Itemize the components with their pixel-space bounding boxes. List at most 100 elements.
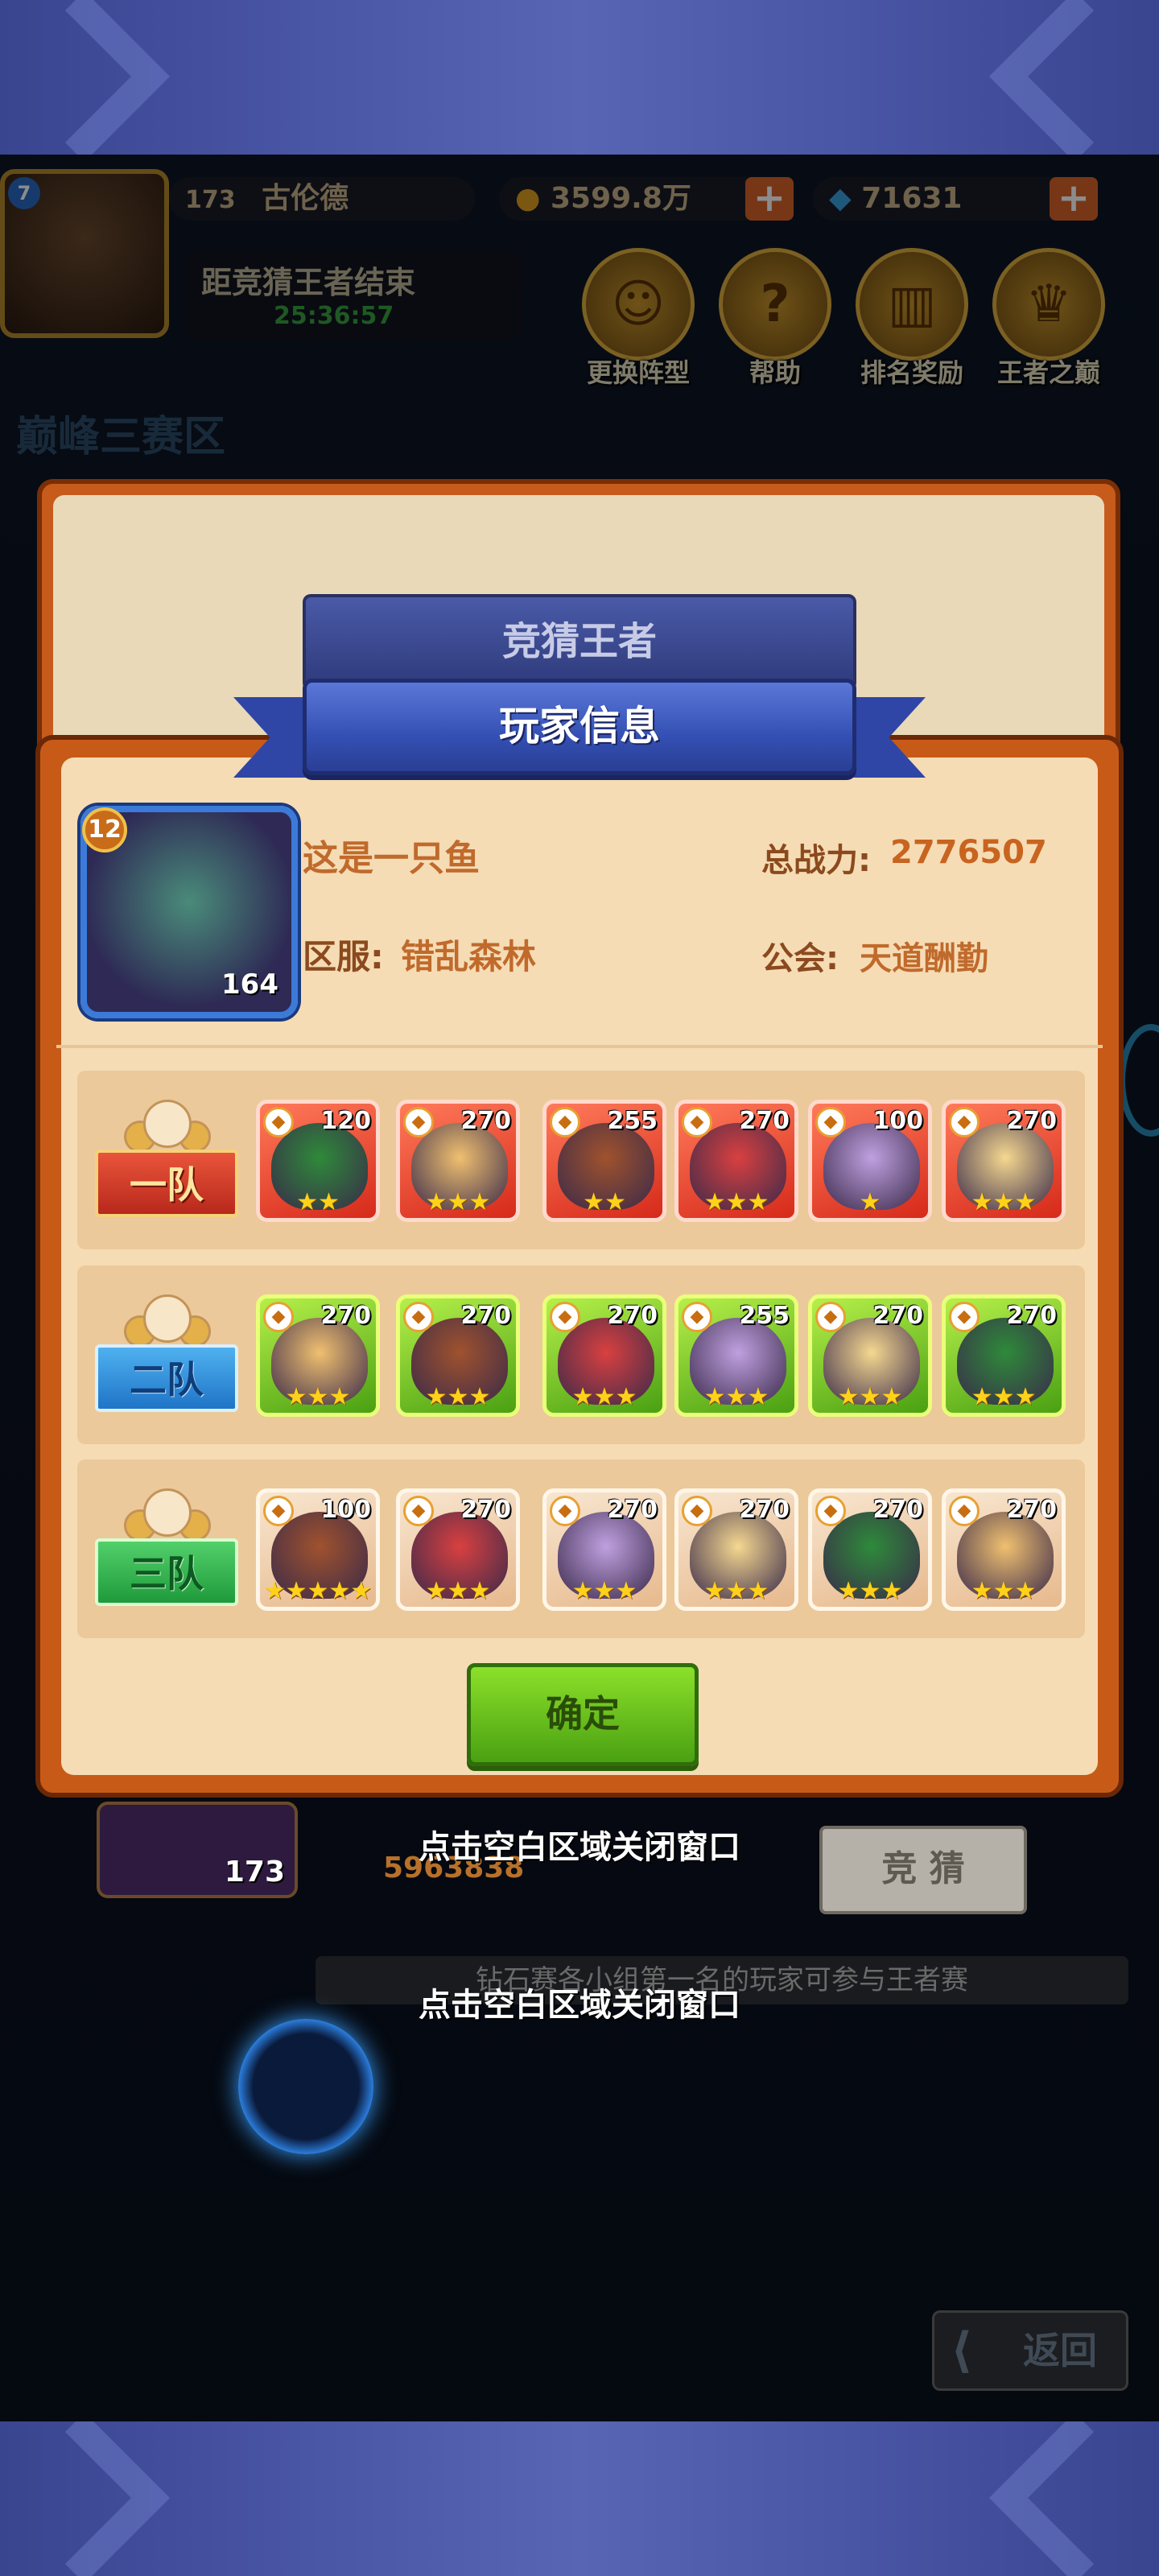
hero-card[interactable]: ◆ 270 ★★★ [396, 1294, 520, 1417]
hero-stars: ★★★ [285, 1383, 351, 1411]
team-badge: 三队 [95, 1488, 238, 1609]
hero-stars: ★★★ [571, 1577, 637, 1605]
hero-level: 270 [1006, 1107, 1057, 1135]
hero-level: 255 [739, 1302, 790, 1330]
element-icon: ◆ [263, 1302, 294, 1332]
hero-card[interactable]: ◆ 270 ★★★ [256, 1294, 380, 1417]
back-label: 返回 [1023, 2329, 1097, 2372]
hero-level: 255 [607, 1107, 658, 1135]
hero-card[interactable]: ◆ 270 ★★★ [396, 1488, 520, 1611]
team-row: 三队 ◆ 100 ★★★★★ ◆ 270 ★★★ ◆ 270 ★★★ ◆ 270 ★★★ ◆ 270 ★★★ ◆… [77, 1459, 1085, 1638]
element-icon: ◆ [949, 1107, 980, 1137]
dialog-title: 玩家信息 [499, 703, 660, 749]
hero-stars: ★★★ [837, 1383, 903, 1411]
guess-king-banner: 竞猜王者 [303, 594, 856, 691]
element-icon: ◆ [550, 1107, 580, 1137]
element-icon: ◆ [550, 1302, 580, 1332]
hero-level: 270 [739, 1107, 790, 1135]
team-label: 三队 [95, 1538, 238, 1606]
hero-card[interactable]: ◆ 270 ★★★ [674, 1488, 798, 1611]
element-icon: ◆ [403, 1107, 434, 1137]
hero-stars: ★★ [583, 1188, 626, 1216]
close-hint-background: 点击空白区域关闭窗口 [419, 1987, 740, 2024]
hero-stars: ★★★ [425, 1577, 491, 1605]
hero-card[interactable]: ◆ 270 ★★★ [942, 1100, 1066, 1222]
player-avatar-level: 12 [82, 807, 127, 852]
guild-value: 天道酬勤 [860, 940, 988, 977]
element-icon: ◆ [682, 1302, 712, 1332]
hero-card[interactable]: ◆ 120 ★★ [256, 1100, 380, 1222]
back-button[interactable]: ⟨ 返回 [932, 2310, 1128, 2391]
team-label: 二队 [95, 1344, 238, 1412]
hero-card[interactable]: ◆ 270 ★★★ [942, 1294, 1066, 1417]
power-value: 2776507 [890, 834, 1047, 871]
element-icon: ◆ [815, 1496, 846, 1526]
hero-level: 100 [872, 1107, 923, 1135]
hero-stars: ★★★ [837, 1577, 903, 1605]
hero-card[interactable]: ◆ 270 ★★★ [542, 1294, 666, 1417]
hero-card[interactable]: ◆ 255 ★★★ [674, 1294, 798, 1417]
hero-card[interactable]: ◆ 270 ★★★ [542, 1488, 666, 1611]
element-icon: ◆ [263, 1496, 294, 1526]
hero-card[interactable]: ◆ 255 ★★ [542, 1100, 666, 1222]
dialog-title-ribbon: 玩家信息 [303, 679, 856, 775]
hero-stars: ★★★ [703, 1577, 769, 1605]
hero-level: 270 [1006, 1302, 1057, 1330]
hero-level: 270 [607, 1496, 658, 1524]
server-label: 区服: [303, 937, 384, 976]
hero-level: 270 [872, 1496, 923, 1524]
hero-card[interactable]: ◆ 100 ★ [808, 1100, 932, 1222]
hero-level: 270 [739, 1496, 790, 1524]
hero-level: 270 [460, 1302, 511, 1330]
hero-level: 270 [607, 1302, 658, 1330]
hero-card[interactable]: ◆ 100 ★★★★★ [256, 1488, 380, 1611]
hero-stars: ★★★ [571, 1383, 637, 1411]
element-icon: ◆ [949, 1496, 980, 1526]
element-icon: ◆ [550, 1496, 580, 1526]
element-icon: ◆ [949, 1302, 980, 1332]
hero-card[interactable]: ◆ 270 ★★★ [396, 1100, 520, 1222]
element-icon: ◆ [815, 1302, 846, 1332]
hero-stars: ★★★ [425, 1383, 491, 1411]
floating-orb-icon[interactable] [238, 2019, 373, 2154]
hero-level: 270 [460, 1107, 511, 1135]
bottom-letterbox [0, 2421, 1159, 2576]
hero-stars: ★★★ [425, 1188, 491, 1216]
mascot-icon [143, 1488, 192, 1537]
element-icon: ◆ [403, 1496, 434, 1526]
hero-level: 270 [872, 1302, 923, 1330]
hero-card[interactable]: ◆ 270 ★★★ [808, 1294, 932, 1417]
element-icon: ◆ [682, 1107, 712, 1137]
team-badge: 一队 [95, 1100, 238, 1220]
guild-label: 公会: [761, 940, 839, 977]
element-icon: ◆ [815, 1107, 846, 1137]
hero-level: 270 [460, 1496, 511, 1524]
hero-card[interactable]: ◆ 270 ★★★ [942, 1488, 1066, 1611]
guess-king-title: 竞猜王者 [501, 619, 657, 664]
hero-card[interactable]: ◆ 270 ★★★ [674, 1100, 798, 1222]
hero-level: 270 [1006, 1496, 1057, 1524]
team-row: 一队 ◆ 120 ★★ ◆ 270 ★★★ ◆ 255 ★★ ◆ 270 ★★★ ◆ 100 ★ ◆ 270 ★★★ [77, 1071, 1085, 1249]
team-label: 一队 [95, 1150, 238, 1217]
confirm-button[interactable]: 确定 [467, 1663, 699, 1766]
hero-stars: ★★ [296, 1188, 340, 1216]
back-arrow-icon: ⟨ [951, 2322, 973, 2379]
player-hero-avatar: 12 164 [80, 806, 298, 1018]
team-row: 二队 ◆ 270 ★★★ ◆ 270 ★★★ ◆ 270 ★★★ ◆ 255 ★★★ ◆ 270 ★★★ ◆ 27… [77, 1265, 1085, 1444]
player-name-text: 这是一只鱼 [303, 838, 480, 879]
hero-level: 270 [320, 1302, 371, 1330]
hero-stars: ★★★ [703, 1383, 769, 1411]
hero-stars: ★★★ [971, 1577, 1037, 1605]
hero-stars: ★ [859, 1188, 881, 1216]
element-icon: ◆ [682, 1496, 712, 1526]
element-icon: ◆ [263, 1107, 294, 1137]
hero-stars: ★★★ [703, 1188, 769, 1216]
element-icon: ◆ [403, 1302, 434, 1332]
team-badge: 二队 [95, 1294, 238, 1415]
top-letterbox [0, 0, 1159, 155]
hero-card[interactable]: ◆ 270 ★★★ [808, 1488, 932, 1611]
divider [56, 1045, 1103, 1048]
hero-stars: ★★★ [971, 1383, 1037, 1411]
power-label: 总战力: [761, 842, 871, 879]
hero-stars: ★★★★★ [263, 1577, 373, 1605]
